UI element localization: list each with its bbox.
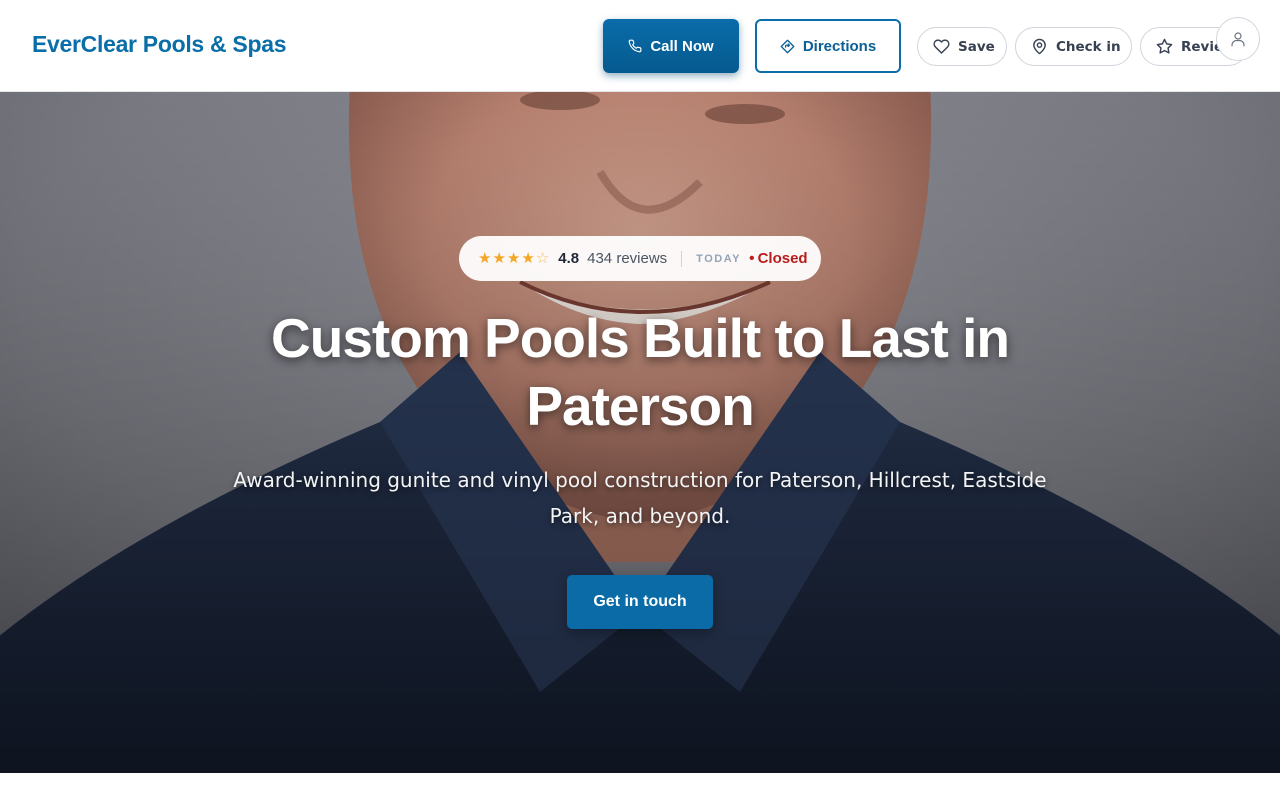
review-count[interactable]: 434 reviews [587, 250, 667, 267]
rating-stars: ★ ★ ★ ★ ☆ [478, 251, 549, 266]
directions-label: Directions [802, 37, 877, 55]
hero-headline: Custom Pools Built to Last in Paterson [271, 307, 1010, 437]
user-icon [1229, 30, 1247, 48]
map-pin-icon [1031, 38, 1048, 55]
star-icon [1156, 38, 1173, 55]
hero-section: ★ ★ ★ ★ ☆ 4.8 434 reviews TODAY • Closed… [0, 92, 1280, 773]
chip-divider [681, 250, 683, 267]
brand-logo-text[interactable]: EverClear Pools & Spas [32, 31, 286, 58]
call-now-button[interactable]: Call Now [603, 19, 739, 73]
heart-icon [933, 38, 950, 55]
rating-status-chip[interactable]: ★ ★ ★ ★ ☆ 4.8 434 reviews TODAY • Closed [459, 236, 821, 281]
check-in-button[interactable]: Check in [1015, 27, 1132, 66]
hero-subheadline: Award-winning gunite and vinyl pool cons… [233, 468, 1047, 528]
status-dot: • [748, 249, 755, 267]
check-in-label: Check in [1056, 38, 1121, 55]
save-button[interactable]: Save [917, 27, 1007, 66]
get-in-touch-button[interactable]: Get in touch [567, 575, 713, 629]
open-status: Closed [757, 250, 808, 267]
star-filled-icon: ★ [492, 250, 506, 267]
site-header: EverClear Pools & Spas Call Now Directio… [0, 0, 1280, 92]
save-label: Save [958, 38, 995, 55]
today-label: TODAY [696, 252, 741, 265]
directions-button[interactable]: Directions [755, 19, 901, 73]
star-outline-icon: ☆ [535, 250, 550, 267]
star-filled-icon: ★ [521, 250, 535, 267]
directions-icon [780, 39, 795, 54]
call-now-label: Call Now [650, 37, 714, 55]
account-button[interactable] [1216, 17, 1260, 61]
star-filled-icon: ★ [478, 250, 492, 267]
phone-icon [628, 39, 642, 53]
rating-value: 4.8 [558, 250, 580, 267]
star-filled-icon: ★ [506, 250, 521, 267]
